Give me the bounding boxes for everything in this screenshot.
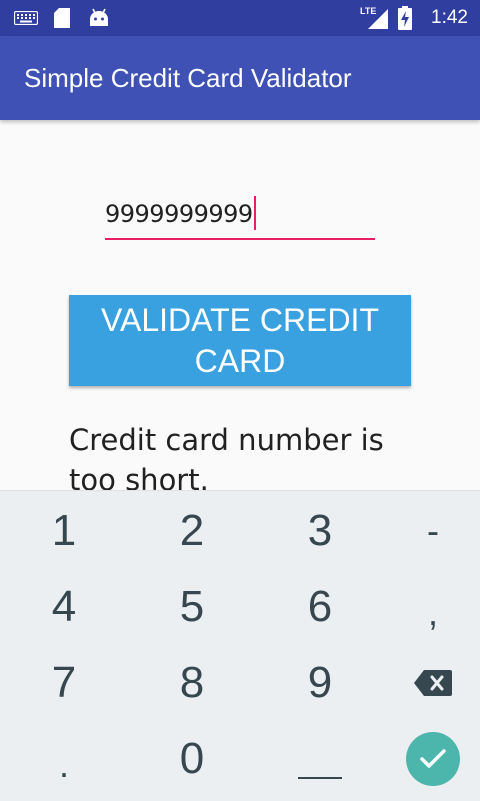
android-icon bbox=[88, 0, 110, 36]
key-comma[interactable]: , bbox=[398, 581, 468, 645]
enter-key[interactable] bbox=[398, 727, 468, 791]
key-8[interactable]: 8 bbox=[152, 651, 232, 715]
input-underline bbox=[105, 238, 375, 240]
key-6[interactable]: 6 bbox=[280, 575, 360, 639]
sd-card-icon bbox=[54, 0, 70, 36]
keyboard-icon bbox=[14, 0, 38, 36]
key-9[interactable]: 9 bbox=[280, 651, 360, 715]
enter-button-circle bbox=[406, 732, 460, 786]
key-1[interactable]: 1 bbox=[24, 499, 104, 563]
backspace-key[interactable] bbox=[398, 651, 468, 715]
key-4[interactable]: 4 bbox=[24, 575, 104, 639]
backspace-icon bbox=[414, 670, 452, 696]
validate-button[interactable]: VALIDATE CREDIT CARD bbox=[69, 295, 411, 386]
numeric-keyboard: 1 2 3 - 4 5 6 , 7 8 9 . 0 bbox=[0, 490, 480, 801]
card-number-value: 9999999999 bbox=[105, 200, 253, 228]
status-time: 1:42 bbox=[431, 7, 468, 28]
app-title: Simple Credit Card Validator bbox=[24, 63, 352, 93]
card-number-input[interactable]: 9999999999 bbox=[105, 192, 375, 240]
battery-charging-icon bbox=[398, 0, 412, 36]
check-icon bbox=[420, 749, 446, 768]
validation-result-text: Credit card number is too short. bbox=[69, 423, 384, 497]
key-7[interactable]: 7 bbox=[24, 651, 104, 715]
key-3[interactable]: 3 bbox=[280, 499, 360, 563]
key-period[interactable]: . bbox=[24, 733, 104, 797]
text-cursor bbox=[253, 196, 256, 230]
key-minus[interactable]: - bbox=[398, 499, 468, 563]
lte-signal-icon: LTE bbox=[360, 0, 390, 36]
space-icon bbox=[298, 777, 342, 779]
app-bar: Simple Credit Card Validator bbox=[0, 36, 480, 120]
network-type-label: LTE bbox=[360, 6, 376, 16]
key-5[interactable]: 5 bbox=[152, 575, 232, 639]
card-number-field[interactable]: 9999999999 bbox=[105, 196, 256, 230]
status-bar: LTE 1:42 bbox=[0, 0, 480, 36]
key-2[interactable]: 2 bbox=[152, 499, 232, 563]
space-key[interactable] bbox=[280, 727, 360, 791]
key-0[interactable]: 0 bbox=[152, 727, 232, 791]
